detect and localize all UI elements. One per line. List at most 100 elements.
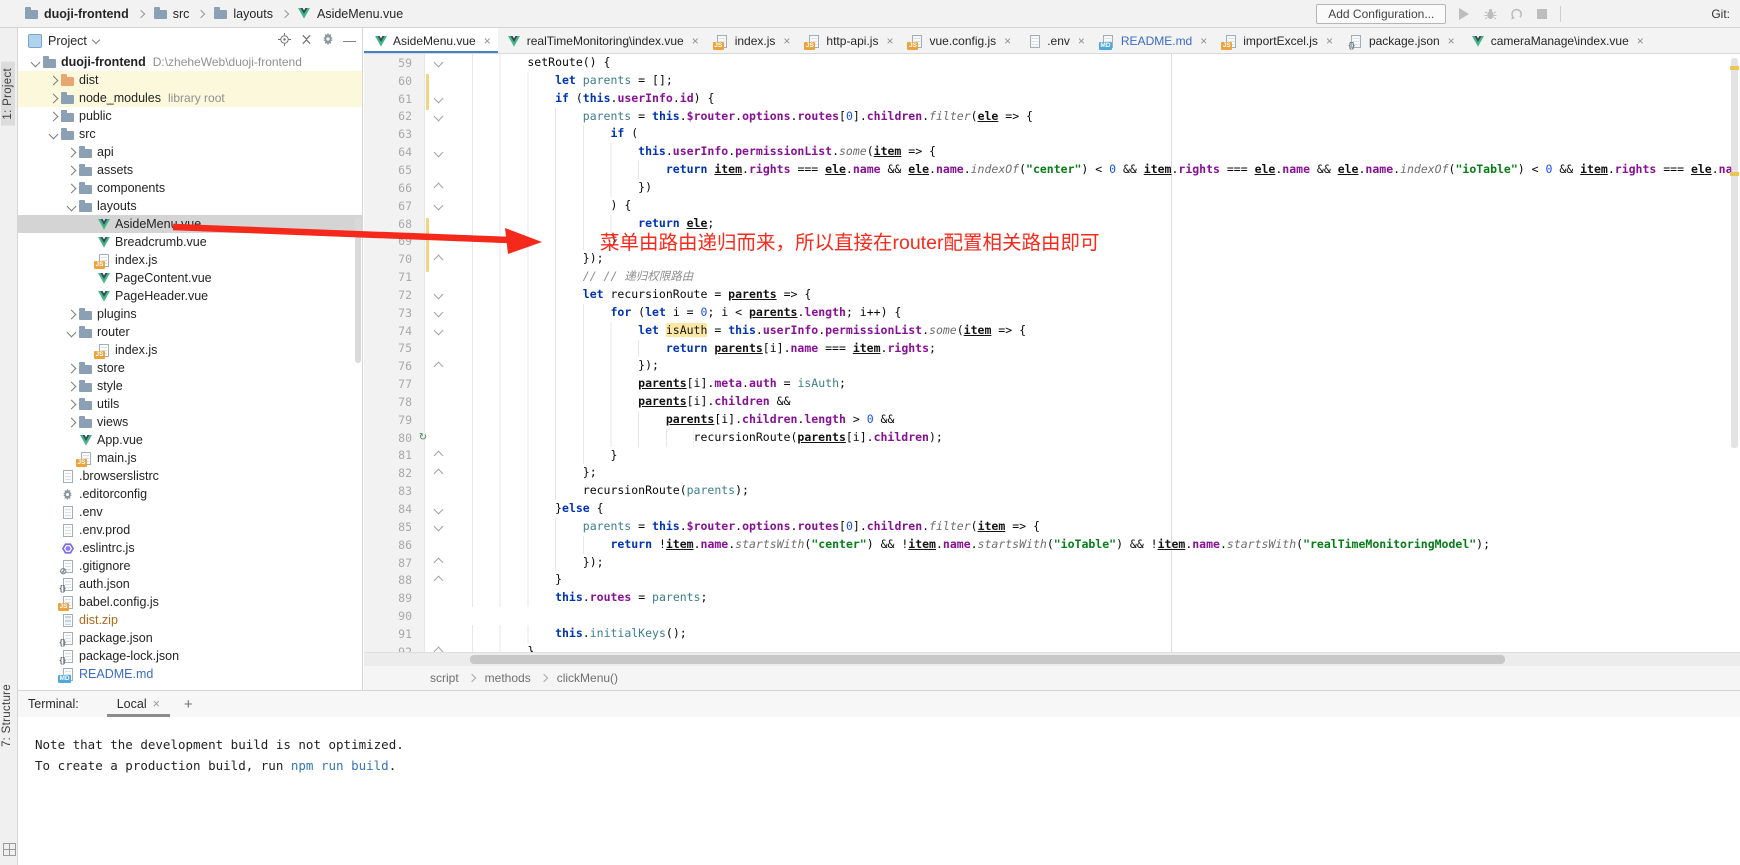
breadcrumb-item[interactable]: AsideMenu.vue [295, 7, 405, 21]
close-icon[interactable]: × [1078, 34, 1085, 48]
code-line[interactable]: 68return ele; [364, 215, 1740, 233]
editor-tab[interactable]: {}package.json× [1340, 28, 1462, 54]
tree-chevron[interactable] [64, 329, 78, 336]
tree-item[interactable]: ⊘.gitignore [18, 557, 362, 575]
code-line[interactable]: 64this.userInfo.permissionList.some(item… [364, 143, 1740, 161]
code-line[interactable]: 92}, [364, 643, 1740, 652]
tree-item[interactable]: dist [18, 71, 362, 89]
tree-chevron[interactable] [46, 77, 60, 84]
tree-item[interactable]: duoji-frontendD:\zheheWeb\duoji-frontend [18, 53, 362, 71]
tree-item[interactable]: App.vue [18, 431, 362, 449]
editor-tab[interactable]: JSindex.js× [706, 28, 798, 54]
code-line[interactable]: 60let parents = []; [364, 72, 1740, 90]
tree-item[interactable]: store [18, 359, 362, 377]
tree-item[interactable]: JSmain.js [18, 449, 362, 467]
tree-chevron[interactable] [46, 113, 60, 120]
code-line[interactable]: 84}else { [364, 500, 1740, 518]
code-line[interactable]: 61if (this.userInfo.id) { [364, 90, 1740, 108]
add-configuration-button[interactable]: Add Configuration... [1316, 4, 1446, 24]
editor-tab[interactable]: JShttp-api.js× [797, 28, 900, 54]
breadcrumb-item[interactable]: src [151, 7, 192, 21]
editor-vertical-scrollbar[interactable] [1731, 58, 1738, 448]
close-icon[interactable]: × [1200, 34, 1207, 48]
fold-marker[interactable] [430, 559, 446, 566]
tree-chevron[interactable] [64, 311, 78, 318]
breadcrumb-item[interactable]: script [430, 671, 459, 685]
tree-item[interactable]: dist.zip [18, 611, 362, 629]
fold-marker[interactable] [430, 184, 446, 191]
tree-item[interactable]: Breadcrumb.vue [18, 233, 362, 251]
code-line[interactable]: 70}); [364, 250, 1740, 268]
tree-chevron[interactable] [64, 185, 78, 192]
fold-marker[interactable] [430, 523, 446, 530]
code-line[interactable]: 78parents[i].children && [364, 393, 1740, 411]
code-editor[interactable]: 59setRoute() {60let parents = [];61if (t… [364, 54, 1740, 652]
terminal-output[interactable]: Note that the development build is not o… [18, 717, 1740, 776]
tree-item[interactable]: plugins [18, 305, 362, 323]
tree-item[interactable]: .eslintrc.js [18, 539, 362, 557]
stop-icon[interactable] [1534, 6, 1550, 22]
tool-window-button-project[interactable]: 1: Project [1, 62, 15, 126]
fold-marker[interactable] [430, 327, 446, 334]
breadcrumb-item[interactable]: methods [485, 671, 531, 685]
fold-marker[interactable] [430, 309, 446, 316]
code-line[interactable]: 80↻recursionRoute(parents[i].children); [364, 429, 1740, 447]
breadcrumb-item[interactable]: duoji-frontend [22, 7, 131, 21]
code-line[interactable]: 75return parents[i].name === item.rights… [364, 340, 1740, 358]
tree-item[interactable]: .env [18, 503, 362, 521]
code-line[interactable]: 83recursionRoute(parents); [364, 482, 1740, 500]
code-line[interactable]: 59setRoute() { [364, 54, 1740, 72]
error-stripe-mark[interactable] [1730, 172, 1739, 176]
code-line[interactable]: 86return !item.name.startsWith("center")… [364, 536, 1740, 554]
tree-item[interactable]: style [18, 377, 362, 395]
fold-marker[interactable] [430, 59, 446, 66]
tree-item[interactable]: PageHeader.vue [18, 287, 362, 305]
tree-chevron[interactable] [64, 365, 78, 372]
project-tree-scrollbar[interactable] [355, 218, 361, 363]
tree-item[interactable]: .browserslistrc [18, 467, 362, 485]
fold-marker[interactable] [430, 291, 446, 298]
tree-item[interactable]: assets [18, 161, 362, 179]
tree-chevron[interactable] [64, 383, 78, 390]
tree-item[interactable]: MDREADME.md [18, 665, 362, 683]
close-icon[interactable]: × [1448, 34, 1455, 48]
editor-tab[interactable]: JSvue.config.js× [900, 28, 1018, 54]
close-icon[interactable]: × [783, 34, 790, 48]
close-icon[interactable]: × [692, 34, 699, 48]
tree-chevron[interactable] [64, 167, 78, 174]
tree-item[interactable]: {}package-lock.json [18, 647, 362, 665]
tree-item[interactable]: layouts [18, 197, 362, 215]
run-icon[interactable] [1456, 6, 1472, 22]
debug-icon[interactable] [1482, 6, 1498, 22]
fold-marker[interactable] [430, 256, 446, 263]
code-line[interactable]: 63if ( [364, 125, 1740, 143]
code-line[interactable]: 90 [364, 607, 1740, 625]
tree-item[interactable]: src [18, 125, 362, 143]
tree-item[interactable]: JSindex.js [18, 341, 362, 359]
code-line[interactable]: 67) { [364, 197, 1740, 215]
code-line[interactable]: 74let isAuth = this.userInfo.permissionL… [364, 322, 1740, 340]
code-line[interactable]: 81} [364, 447, 1740, 465]
code-line[interactable]: 77parents[i].meta.auth = isAuth; [364, 375, 1740, 393]
editor-tab[interactable]: .env× [1018, 28, 1092, 54]
collapse-all-icon[interactable] [300, 33, 313, 49]
fold-marker[interactable] [430, 577, 446, 584]
tree-item[interactable]: JSindex.js [18, 251, 362, 269]
tree-item[interactable]: components [18, 179, 362, 197]
code-line[interactable]: 73for (let i = 0; i < parents.length; i+… [364, 304, 1740, 322]
tree-item[interactable]: PageContent.vue [18, 269, 362, 287]
tree-chevron[interactable] [64, 419, 78, 426]
breadcrumb-item[interactable]: layouts [211, 7, 275, 21]
tree-chevron[interactable] [46, 95, 60, 102]
editor-tab[interactable]: MDREADME.md× [1092, 28, 1214, 54]
tree-chevron[interactable] [64, 401, 78, 408]
editor-tab[interactable]: realTimeMonitoring\index.vue× [498, 28, 706, 54]
tree-item[interactable]: AsideMenu.vue [18, 215, 362, 233]
tree-item[interactable]: JSbabel.config.js [18, 593, 362, 611]
code-line[interactable]: 66}) [364, 179, 1740, 197]
code-line[interactable]: 82}; [364, 464, 1740, 482]
error-stripe-mark[interactable] [1730, 66, 1739, 70]
tree-item[interactable]: {}package.json [18, 629, 362, 647]
code-line[interactable]: 85parents = this.$router.options.routes[… [364, 518, 1740, 536]
code-line[interactable]: 72let recursionRoute = parents => { [364, 286, 1740, 304]
